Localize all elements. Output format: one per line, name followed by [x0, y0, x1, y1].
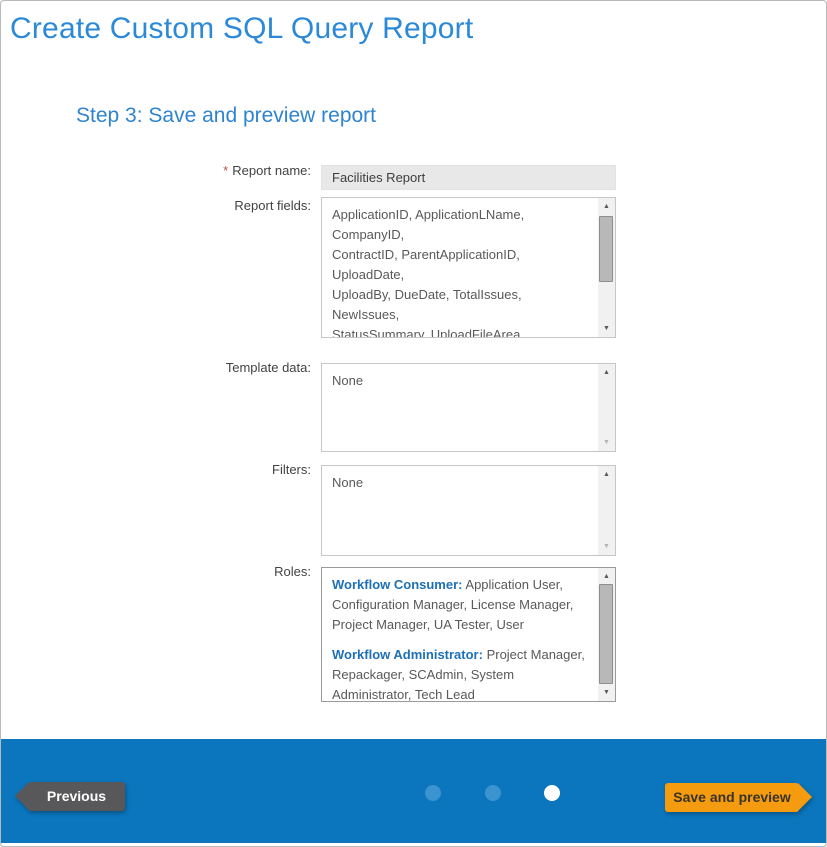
scrollbar-thumb[interactable]: [599, 584, 613, 684]
previous-button[interactable]: Previous: [28, 782, 125, 811]
scroll-up-icon[interactable]: ▲: [598, 199, 615, 214]
report-name-label-text: Report name:: [232, 163, 311, 178]
scroll-up-icon[interactable]: ▲: [598, 467, 615, 482]
filters-text: None: [322, 466, 598, 555]
report-fields-scrollbar[interactable]: ▲ ▼: [598, 198, 615, 337]
scroll-down-icon[interactable]: ▼: [598, 435, 615, 450]
roles-label: Roles:: [96, 564, 311, 579]
filters-scrollbar[interactable]: ▲ ▼: [598, 466, 615, 555]
progress-dot-step-2: [485, 785, 501, 801]
scroll-down-icon[interactable]: ▼: [598, 539, 615, 554]
role-group: Workflow Administrator: Project Manager,…: [332, 645, 592, 701]
filters-box[interactable]: None ▲ ▼: [321, 465, 616, 556]
template-data-scrollbar[interactable]: ▲ ▼: [598, 364, 615, 451]
scrollbar-thumb[interactable]: [599, 216, 613, 282]
report-name-input[interactable]: [321, 165, 616, 190]
step-progress-dots: [425, 785, 570, 801]
wizard-page: Create Custom SQL Query Report Step 3: S…: [0, 0, 827, 847]
roles-scrollbar[interactable]: ▲ ▼: [598, 568, 615, 701]
report-fields-text: ApplicationID, ApplicationLName, Company…: [322, 198, 598, 337]
report-name-label: * Report name:: [96, 163, 311, 178]
scroll-up-icon[interactable]: ▲: [598, 365, 615, 380]
scroll-down-icon[interactable]: ▼: [598, 321, 615, 336]
template-data-text: None: [322, 364, 598, 451]
report-fields-label: Report fields:: [96, 198, 311, 213]
scroll-down-icon[interactable]: ▼: [598, 685, 615, 700]
role-group: Workflow Consumer: Application User, Con…: [332, 575, 592, 635]
role-group-name: Workflow Administrator:: [332, 647, 483, 662]
report-fields-box[interactable]: ApplicationID, ApplicationLName, Company…: [321, 197, 616, 338]
wizard-footer-bar: Previous Save and preview: [1, 739, 826, 843]
template-data-box[interactable]: None ▲ ▼: [321, 363, 616, 452]
progress-dot-step-1: [425, 785, 441, 801]
filters-label: Filters:: [96, 462, 311, 477]
scroll-up-icon[interactable]: ▲: [598, 569, 615, 584]
role-group-name: Workflow Consumer:: [332, 577, 463, 592]
progress-dot-step-3-active: [544, 785, 560, 801]
roles-box[interactable]: Workflow Consumer: Application User, Con…: [321, 567, 616, 702]
template-data-label: Template data:: [96, 360, 311, 375]
page-title: Create Custom SQL Query Report: [10, 12, 473, 46]
roles-text: Workflow Consumer: Application User, Con…: [322, 568, 598, 701]
required-asterisk: *: [223, 163, 228, 178]
save-and-preview-button[interactable]: Save and preview: [665, 783, 799, 812]
step-heading: Step 3: Save and preview report: [76, 104, 376, 128]
